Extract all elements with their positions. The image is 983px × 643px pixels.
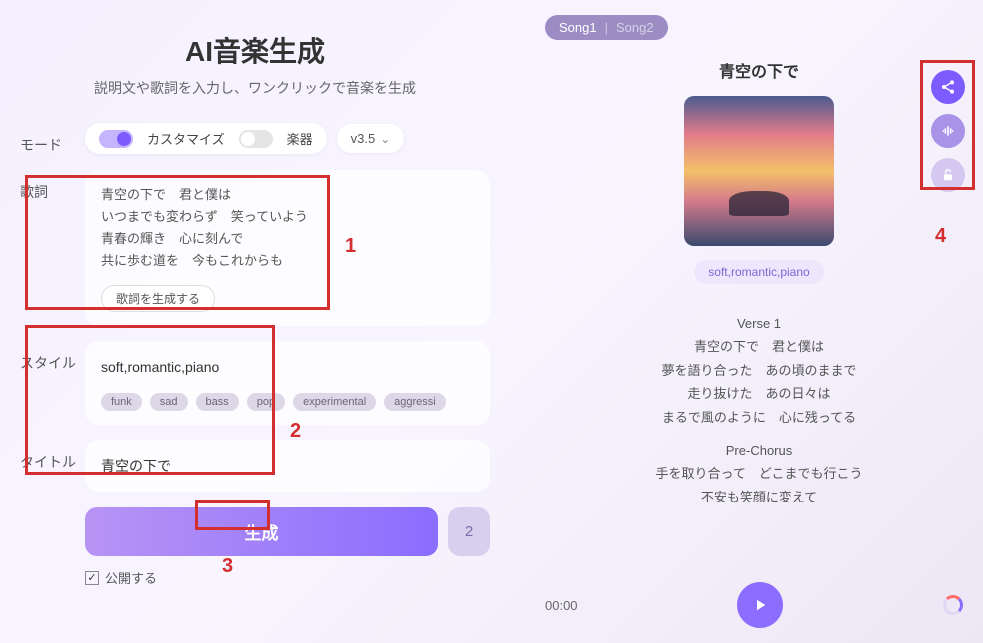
customize-toggle[interactable] [99, 130, 133, 148]
generate-button[interactable]: 生成 [85, 507, 438, 556]
share-button[interactable] [931, 70, 965, 104]
cover-art[interactable] [684, 96, 834, 246]
preview-style-badge: soft,romantic,piano [694, 260, 823, 284]
style-tag-row: funk sad bass pop experimental aggressi [101, 393, 474, 411]
style-tag[interactable]: bass [196, 393, 239, 411]
style-label: スタイル [20, 341, 85, 373]
instrument-toggle-label: 楽器 [287, 129, 313, 148]
publish-label: 公開する [105, 568, 157, 587]
style-tag[interactable]: pop [247, 393, 285, 411]
tab-divider: | [605, 20, 608, 35]
tab-song2[interactable]: Song2 [616, 20, 654, 35]
lyrics-display: Verse 1 青空の下で 君と僕は 夢を語り合った あの頃のままで 走り抜けた… [545, 302, 973, 502]
player-time: 00:00 [545, 598, 578, 613]
instrument-toggle[interactable] [239, 130, 273, 148]
mode-toggle-group: カスタマイズ 楽器 [85, 123, 327, 154]
customize-toggle-label: カスタマイズ [147, 129, 225, 148]
song-tabs: Song1 | Song2 [545, 15, 668, 40]
prechorus-text: 手を取り合って どこまでも行こう 不安も笑顔に変えて この瞬間を 大切にしよう … [545, 462, 973, 502]
title-label: タイトル [20, 440, 85, 472]
share-icon [940, 79, 956, 95]
lock-button[interactable] [931, 158, 965, 192]
page-subtitle: 説明文や歌詞を入力し、ワンクリックで音楽を生成 [20, 78, 490, 98]
style-tag[interactable]: experimental [293, 393, 376, 411]
lyrics-label: 歌詞 [20, 170, 85, 202]
verse1-title: Verse 1 [545, 312, 973, 335]
verse1-text: 青空の下で 君と僕は 夢を語り合った あの頃のままで 走り抜けた あの日々は ま… [545, 335, 973, 429]
version-select[interactable]: v3.5 [337, 124, 405, 153]
generate-count-badge[interactable]: 2 [448, 507, 490, 556]
generate-lyrics-button[interactable]: 歌詞を生成する [101, 285, 215, 312]
play-icon [751, 596, 769, 614]
page-title: AI音楽生成 [20, 30, 490, 70]
title-input[interactable] [101, 454, 474, 478]
loading-icon [943, 595, 963, 615]
lyrics-textarea[interactable] [101, 184, 474, 274]
publish-checkbox[interactable] [85, 571, 99, 585]
sound-wave-icon [940, 123, 956, 139]
mode-label: モード [20, 123, 85, 155]
prechorus-title: Pre-Chorus [545, 439, 973, 462]
style-tag[interactable]: sad [150, 393, 188, 411]
style-input[interactable] [101, 355, 474, 385]
sound-button[interactable] [931, 114, 965, 148]
version-value: v3.5 [351, 131, 376, 146]
preview-song-title: 青空の下で [545, 58, 973, 82]
style-tag[interactable]: funk [101, 393, 142, 411]
play-button[interactable] [737, 582, 783, 628]
tab-song1[interactable]: Song1 [559, 20, 597, 35]
unlock-icon [941, 168, 955, 182]
style-tag[interactable]: aggressi [384, 393, 446, 411]
